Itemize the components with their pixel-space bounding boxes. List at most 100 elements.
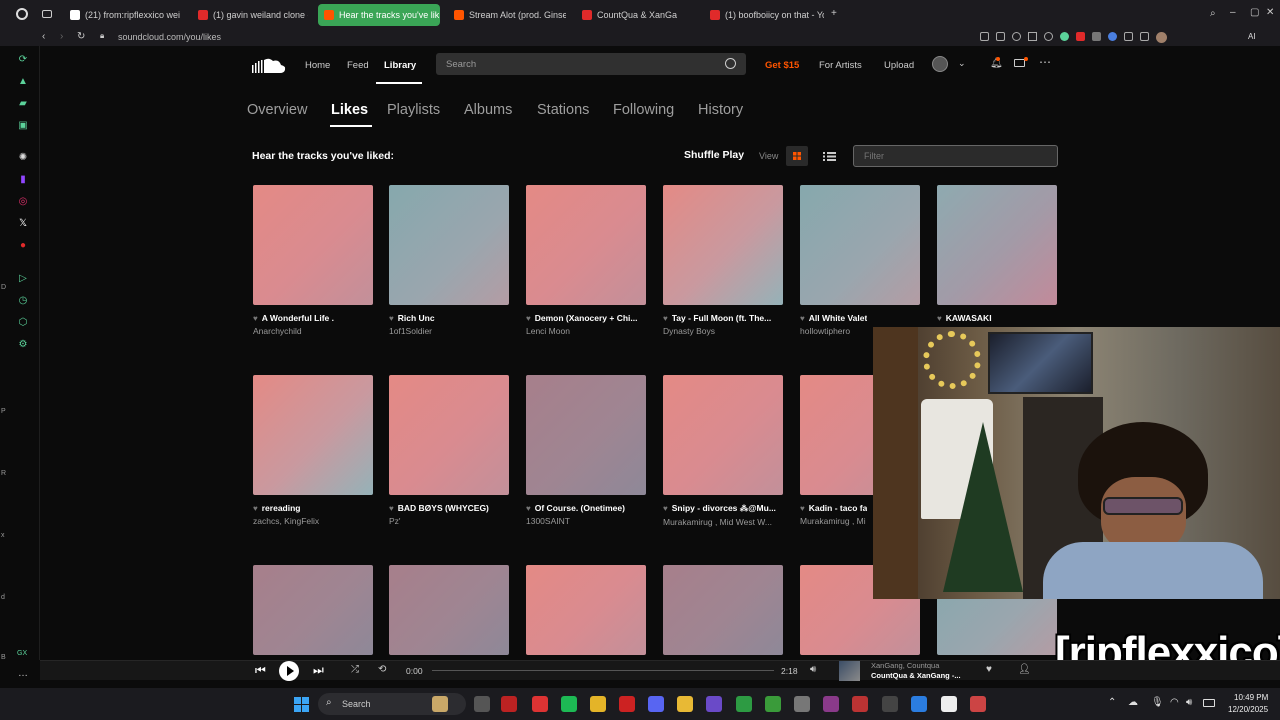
track-artist[interactable]: Pz' bbox=[389, 516, 509, 526]
tab-menu-icon[interactable] bbox=[42, 10, 52, 18]
track-title[interactable]: ♥ Rich Unc bbox=[389, 313, 509, 323]
track-artist[interactable]: Dynasty Boys bbox=[663, 326, 783, 336]
nav-feed[interactable]: Feed bbox=[347, 60, 369, 71]
app-icon[interactable] bbox=[941, 696, 957, 712]
app-icon[interactable] bbox=[852, 696, 868, 712]
twitch-icon[interactable]: ▮ bbox=[17, 174, 29, 186]
track-title[interactable]: ♥ A Wonderful Life . bbox=[253, 313, 373, 323]
track-artwork[interactable] bbox=[526, 185, 646, 305]
track-artwork[interactable] bbox=[800, 185, 920, 305]
task-view-icon[interactable] bbox=[474, 696, 490, 712]
track-artist[interactable]: zachcs, KingFelix bbox=[253, 516, 373, 526]
track-artwork[interactable] bbox=[389, 185, 509, 305]
get-pro-link[interactable]: Get $15 bbox=[765, 60, 799, 71]
chrome-icon[interactable] bbox=[590, 696, 606, 712]
messages-icon[interactable] bbox=[1014, 59, 1025, 67]
battery-icon[interactable] bbox=[1203, 699, 1215, 707]
track-card[interactable]: ♥ rereading zachcs, KingFelix bbox=[253, 375, 373, 526]
file-explorer-icon[interactable] bbox=[677, 696, 693, 712]
chevron-down-icon[interactable]: ⌄ bbox=[958, 58, 966, 69]
sidebar-app-icon[interactable]: ● bbox=[17, 240, 29, 252]
browser-tab[interactable]: Stream Alot (prod. Ginsen bbox=[448, 4, 566, 26]
track-card[interactable]: ♥ Snipy - divorces ⁂@Mu... Murakamirug , M… bbox=[663, 375, 783, 527]
tab-albums[interactable]: Albums bbox=[464, 102, 512, 118]
search-input[interactable]: Search bbox=[436, 53, 746, 75]
wifi-icon[interactable]: ◠ bbox=[1170, 697, 1179, 708]
avatar[interactable] bbox=[932, 56, 948, 72]
track-card[interactable]: ♥ A Wonderful Life . Anarchychild bbox=[253, 185, 373, 336]
track-artwork[interactable] bbox=[663, 565, 783, 655]
filter-input[interactable] bbox=[853, 145, 1058, 167]
track-card[interactable]: ♥ BAD BØYS (WHYCEG) Pz' bbox=[389, 375, 509, 526]
minimize-icon[interactable]: – bbox=[1230, 7, 1236, 18]
app-icon[interactable] bbox=[532, 696, 548, 712]
browser-tab[interactable]: (1) boofboiicy on that - Yo bbox=[704, 4, 824, 26]
grid-view-button[interactable] bbox=[786, 146, 808, 166]
settings-icon[interactable]: ⚙ bbox=[17, 339, 29, 351]
track-artwork[interactable] bbox=[253, 185, 373, 305]
heart-icon[interactable]: ♥ bbox=[663, 314, 668, 323]
opera-logo-icon[interactable] bbox=[16, 8, 28, 20]
track-card[interactable] bbox=[253, 565, 373, 655]
x-icon[interactable]: 𝕏 bbox=[17, 218, 29, 230]
discord-icon[interactable] bbox=[648, 696, 664, 712]
track-artwork[interactable] bbox=[663, 185, 783, 305]
upload-link[interactable]: Upload bbox=[884, 60, 914, 71]
heart-icon[interactable]: ♥ bbox=[663, 504, 668, 513]
landscape-widget-icon[interactable] bbox=[432, 696, 448, 712]
track-artwork[interactable] bbox=[389, 375, 509, 495]
track-title[interactable]: ♥ BAD BØYS (WHYCEG) bbox=[389, 503, 509, 513]
repeat-icon[interactable]: ⟲ bbox=[378, 664, 386, 675]
list-view-button[interactable] bbox=[818, 146, 840, 166]
track-card[interactable] bbox=[526, 565, 646, 655]
app-icon[interactable] bbox=[970, 696, 986, 712]
start-icon[interactable] bbox=[294, 697, 309, 712]
search-tabs-icon[interactable]: ⌕ bbox=[1210, 8, 1216, 19]
track-artist[interactable]: Murakamirug , Mid West W... bbox=[663, 517, 783, 527]
soundcloud-logo-icon[interactable] bbox=[252, 57, 286, 73]
previous-track-icon[interactable]: ⏮ bbox=[255, 663, 266, 678]
browser-tab[interactable]: (21) from:ripflexxico weila bbox=[64, 4, 180, 26]
track-artwork[interactable] bbox=[253, 565, 373, 655]
more-icon[interactable]: … bbox=[17, 668, 29, 680]
track-title[interactable]: ♥ Of Course. (Onetimee) bbox=[526, 503, 646, 513]
url-field[interactable]: soundcloud.com/you/likes bbox=[118, 32, 221, 42]
shuffle-icon[interactable]: ⤮ bbox=[351, 664, 359, 675]
volume-icon[interactable]: 🔊︎ bbox=[810, 664, 816, 675]
tab-likes[interactable]: Likes bbox=[331, 102, 368, 118]
tab-overview[interactable]: Overview bbox=[247, 102, 307, 118]
track-artist[interactable]: Lenci Moon bbox=[526, 326, 646, 336]
opera-gx-icon[interactable] bbox=[619, 696, 635, 712]
browser-tab[interactable]: Hear the tracks you've lik bbox=[318, 4, 440, 26]
app-icon[interactable] bbox=[823, 696, 839, 712]
now-playing-artist[interactable]: XanGang, Countqua bbox=[871, 661, 939, 670]
more-options-icon[interactable]: ⋯ bbox=[1039, 55, 1051, 69]
track-artwork[interactable] bbox=[389, 565, 509, 655]
now-playing-artwork[interactable] bbox=[839, 661, 860, 681]
app-icon[interactable] bbox=[765, 696, 781, 712]
track-title[interactable]: ♥ Tay - Full Moon (ft. The... bbox=[663, 313, 783, 323]
track-title[interactable]: ♥ rereading bbox=[253, 503, 373, 513]
like-icon[interactable]: ♥ bbox=[986, 664, 992, 675]
track-card[interactable]: ♥ Tay - Full Moon (ft. The... Dynasty Boys bbox=[663, 185, 783, 336]
spotify-icon[interactable] bbox=[561, 696, 577, 712]
forward-icon[interactable]: › bbox=[60, 31, 63, 42]
mic-icon[interactable]: 🎙︎ bbox=[1151, 697, 1164, 708]
track-card[interactable]: ♥ Of Course. (Onetimee) 1300SAINT bbox=[526, 375, 646, 526]
tray-chevron-icon[interactable]: ⌃ bbox=[1108, 697, 1116, 708]
track-title[interactable]: ♥ KAWASAKI bbox=[937, 313, 1057, 323]
track-card[interactable]: ♥ All White Valet hollowtiphero bbox=[800, 185, 920, 336]
app-icon[interactable] bbox=[911, 696, 927, 712]
sidebar-app-icon[interactable]: ▣ bbox=[17, 120, 29, 132]
heart-icon[interactable]: ♥ bbox=[800, 504, 805, 513]
app-icon[interactable] bbox=[501, 696, 517, 712]
app-icon[interactable] bbox=[794, 696, 810, 712]
back-icon[interactable]: ‹ bbox=[42, 31, 45, 42]
heart-icon[interactable]: ♥ bbox=[800, 314, 805, 323]
chatgpt-icon[interactable]: ✺ bbox=[17, 152, 29, 164]
progress-track[interactable] bbox=[432, 670, 774, 671]
messenger-icon[interactable]: ⟳ bbox=[17, 54, 29, 66]
heart-icon[interactable]: ♥ bbox=[389, 504, 394, 513]
instagram-icon[interactable]: ◎ bbox=[17, 196, 29, 208]
track-artwork[interactable] bbox=[526, 375, 646, 495]
